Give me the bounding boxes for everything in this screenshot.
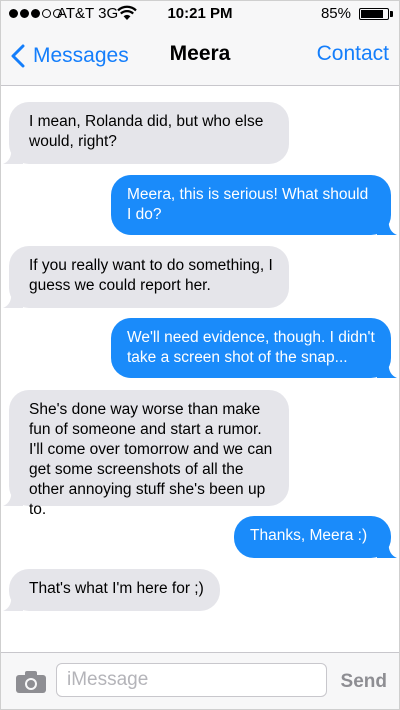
status-bar: AT&T 3G 10:21 PM 85% (1, 1, 399, 27)
navigation-bar: Messages Meera Contact (1, 27, 399, 86)
battery-tip (390, 11, 393, 17)
message-text: I mean, Rolanda did, but who else would,… (29, 113, 264, 150)
received-message: I mean, Rolanda did, but who else would,… (3, 102, 289, 164)
battery-fill (361, 10, 384, 18)
bubble-tail (377, 360, 397, 378)
received-message: If you really want to do something, I gu… (3, 246, 289, 308)
message-thread[interactable]: I mean, Rolanda did, but who else would,… (1, 86, 399, 651)
camera-icon[interactable] (15, 670, 47, 694)
bubble-tail (3, 146, 23, 164)
send-button[interactable]: Send (341, 671, 387, 693)
sent-message: Meera, this is serious! What should I do… (111, 175, 397, 235)
received-message: She's done way worse than make fun of so… (3, 390, 289, 518)
bubble-tail (3, 593, 23, 611)
battery-icon (359, 8, 389, 20)
received-message: That's what I'm here for ;) (3, 569, 220, 611)
bubble-tail (377, 217, 397, 235)
message-text: Meera, this is serious! What should I do… (127, 186, 369, 223)
message-text: She's done way worse than make fun of so… (29, 401, 273, 518)
bubble-tail (3, 488, 23, 506)
message-text: Thanks, Meera :) (250, 527, 368, 544)
sent-message: We'll need evidence, though. I didn't ta… (111, 318, 397, 378)
message-text: We'll need evidence, though. I didn't ta… (127, 329, 375, 366)
message-text: If you really want to do something, I gu… (29, 257, 273, 294)
sent-message: Thanks, Meera :) (234, 516, 397, 558)
compose-bar: Send (1, 652, 399, 709)
message-input[interactable] (56, 663, 327, 697)
contact-button[interactable]: Contact (317, 42, 389, 66)
bubble-tail (377, 540, 397, 558)
bubble-tail (3, 290, 23, 308)
message-text: That's what I'm here for ;) (29, 580, 204, 597)
battery-percent: 85% (320, 5, 351, 22)
phone-screen: AT&T 3G 10:21 PM 85% Messages Meera Cont… (0, 0, 400, 710)
